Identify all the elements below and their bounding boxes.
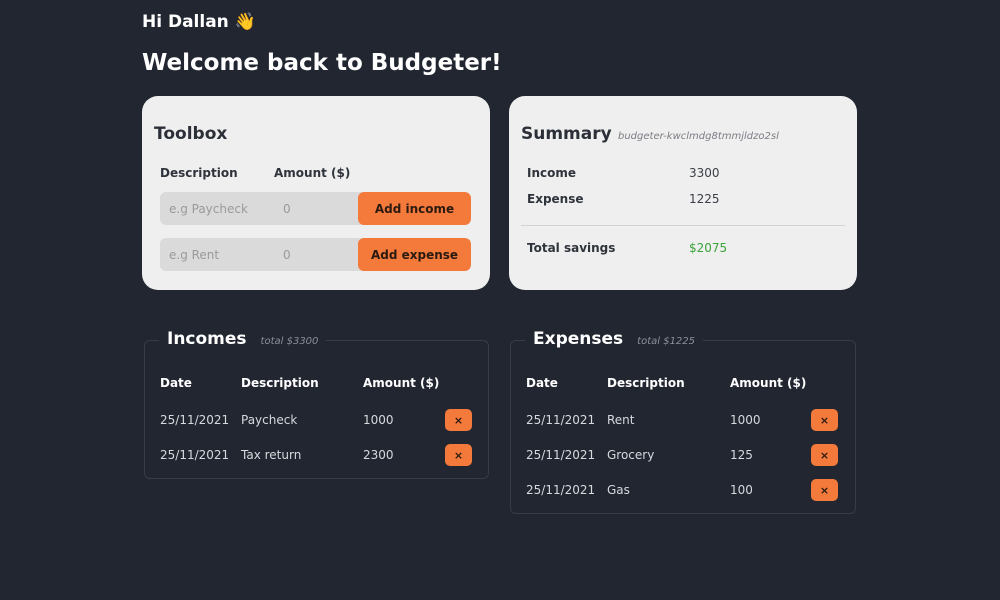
summary-divider [521,225,845,226]
row-date: 25/11/2021 [160,448,230,462]
summary-savings-value: $2075 [689,241,728,255]
expense-description-input[interactable] [169,238,269,271]
incomes-title: Incomes [167,329,247,349]
summary-income-value: 3300 [689,166,720,180]
row-date: 25/11/2021 [160,413,230,427]
greeting-text: Hi Dallan [142,12,229,32]
summary-savings-label: Total savings [527,241,616,255]
expense-input-row: Add expense [160,238,471,271]
delete-income-button[interactable]: × [445,444,472,466]
income-input-row: Add income [160,192,471,225]
incomes-date-header: Date [160,376,192,390]
toolbox-title: Toolbox [154,124,228,144]
add-expense-button[interactable]: Add expense [358,238,471,271]
greeting: Hi Dallan 👋 [142,12,256,32]
row-description: Tax return [241,448,302,462]
row-amount: 2300 [363,448,394,462]
row-date: 25/11/2021 [526,448,596,462]
waving-hand-icon: 👋 [234,11,256,32]
toolbox-amount-header: Amount ($) [274,166,351,180]
row-date: 25/11/2021 [526,483,596,497]
row-description: Grocery [607,448,655,462]
page-title: Welcome back to Budgeter! [142,50,502,76]
row-description: Gas [607,483,630,497]
row-amount: 1000 [363,413,394,427]
expenses-date-header: Date [526,376,558,390]
row-amount: 100 [730,483,753,497]
expense-amount-input[interactable] [283,238,343,271]
summary-title: Summary [521,124,612,144]
delete-expense-button[interactable]: × [811,479,838,501]
income-description-input[interactable] [169,192,269,225]
incomes-amount-header: Amount ($) [363,376,440,390]
expenses-legend: Expenses total $1225 [525,329,704,349]
row-description: Paycheck [241,413,298,427]
budget-id: budgeter-kwclmdg8tmmjldzo2sl [618,131,779,142]
incomes-panel: Incomes total $3300 Date Description Amo… [144,329,489,479]
expenses-title: Expenses [533,329,624,349]
incomes-legend: Incomes total $3300 [159,329,327,349]
expenses-amount-header: Amount ($) [730,376,807,390]
toolbox-card: Toolbox Description Amount ($) Add incom… [142,96,490,290]
incomes-total: total $3300 [260,336,319,347]
row-amount: 1000 [730,413,761,427]
add-income-button[interactable]: Add income [358,192,471,225]
expenses-description-header: Description [607,376,685,390]
summary-expense-value: 1225 [689,192,720,206]
delete-expense-button[interactable]: × [811,409,838,431]
summary-expense-label: Expense [527,192,584,206]
income-amount-input[interactable] [283,192,343,225]
row-date: 25/11/2021 [526,413,596,427]
incomes-description-header: Description [241,376,319,390]
summary-card: Summary budgeter-kwclmdg8tmmjldzo2sl Inc… [509,96,857,290]
row-description: Rent [607,413,635,427]
expenses-panel: Expenses total $1225 Date Description Am… [510,329,856,514]
expenses-total: total $1225 [637,336,696,347]
delete-income-button[interactable]: × [445,409,472,431]
summary-income-label: Income [527,166,577,180]
row-amount: 125 [730,448,753,462]
toolbox-description-header: Description [160,166,238,180]
delete-expense-button[interactable]: × [811,444,838,466]
